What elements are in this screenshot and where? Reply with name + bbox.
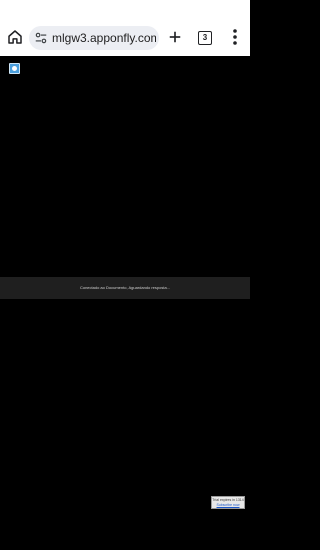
plus-icon — [169, 31, 181, 43]
tab-switcher-button[interactable]: 3 — [198, 31, 212, 45]
tab-count: 3 — [202, 33, 208, 42]
browser-menu-button[interactable] — [228, 28, 242, 46]
url-text: mlgw3.apponfly.com — [52, 31, 156, 45]
trial-notice-box: Trial expires in 1314 Subscribe now — [211, 496, 245, 509]
address-bar[interactable]: mlgw3.apponfly.com — [29, 26, 159, 50]
home-icon — [8, 30, 22, 44]
status-banner: Conectado ao Documento, Aguardando respo… — [0, 277, 250, 299]
subscribe-link[interactable]: Subscribe now — [212, 503, 244, 507]
home-button[interactable] — [6, 28, 24, 46]
trial-notice: Trial expires in 1314 — [212, 498, 244, 502]
browser-toolbar: mlgw3.apponfly.com 3 — [0, 0, 250, 56]
site-settings-button[interactable] — [34, 31, 48, 45]
tune-icon — [35, 32, 47, 44]
more-vert-icon — [233, 29, 237, 45]
status-message: Conectado ao Documento, Aguardando respo… — [79, 285, 171, 290]
app-favicon-icon — [9, 63, 20, 74]
new-tab-button[interactable] — [166, 28, 184, 46]
